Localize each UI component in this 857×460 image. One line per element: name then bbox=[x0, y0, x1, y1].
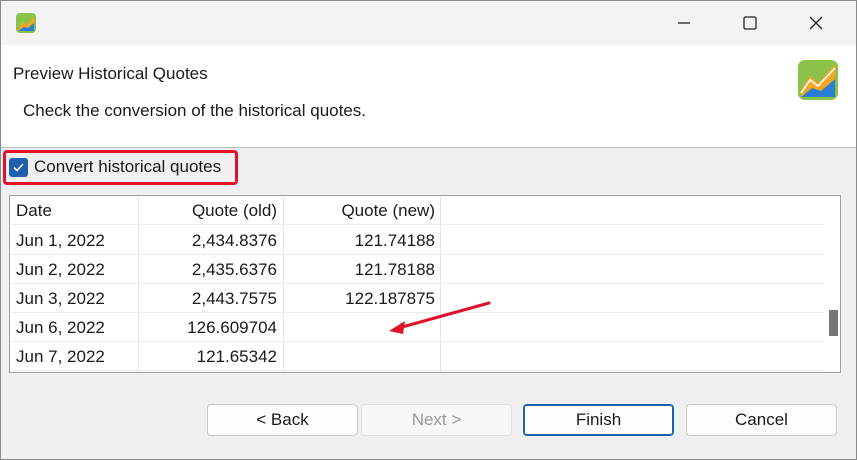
cell-quote-new bbox=[284, 342, 435, 371]
header-date[interactable]: Date bbox=[16, 196, 52, 225]
minimize-icon bbox=[678, 22, 690, 24]
convert-checkbox[interactable]: Convert historical quotes bbox=[9, 156, 221, 178]
table-header-row: Date Quote (old) Quote (new) bbox=[10, 196, 825, 225]
table-scrollbar[interactable] bbox=[824, 196, 840, 372]
checkmark-icon bbox=[13, 162, 24, 172]
cell-quote-new: 121.78188 bbox=[354, 260, 435, 279]
title-bar bbox=[1, 1, 856, 45]
table-row[interactable]: Jun 2, 2022 2,435.6376 121.78188 bbox=[10, 255, 825, 284]
cell-quote-old: 2,435.6376 bbox=[191, 260, 277, 279]
convert-checkbox-label: Convert historical quotes bbox=[34, 157, 222, 176]
cell-date: Jun 6, 2022 bbox=[16, 318, 105, 337]
close-button[interactable] bbox=[783, 1, 849, 45]
cell-quote-old: 2,443.7575 bbox=[191, 289, 277, 308]
cell-quote-new: 121.74188 bbox=[354, 231, 435, 250]
cell-date: Jun 3, 2022 bbox=[16, 289, 105, 308]
cell-date: Jun 2, 2022 bbox=[16, 260, 105, 279]
close-icon bbox=[809, 16, 823, 30]
wizard-window: Preview Historical Quotes Check the conv… bbox=[0, 0, 857, 460]
annotation-arrow-icon bbox=[389, 301, 491, 334]
footer-divider bbox=[1, 376, 856, 377]
maximize-button[interactable] bbox=[717, 1, 783, 45]
finish-button[interactable]: Finish bbox=[523, 404, 674, 436]
cell-date: Jun 7, 2022 bbox=[16, 347, 105, 366]
scrollbar-thumb[interactable] bbox=[829, 310, 838, 336]
app-logo-large-icon bbox=[798, 60, 838, 100]
page-title: Preview Historical Quotes bbox=[13, 64, 208, 83]
header-quote-new[interactable]: Quote (new) bbox=[284, 196, 435, 225]
quotes-table: Date Quote (old) Quote (new) Jun 1, 2022… bbox=[9, 195, 841, 373]
table-row[interactable]: Jun 1, 2022 2,434.8376 121.74188 bbox=[10, 226, 825, 255]
checkbox-checked-icon[interactable] bbox=[9, 157, 28, 177]
cell-quote-old: 126.609704 bbox=[187, 318, 277, 337]
wizard-header: Preview Historical Quotes Check the conv… bbox=[1, 45, 856, 148]
cell-quote-old: 121.65342 bbox=[196, 347, 277, 366]
cell-quote-old: 2,434.8376 bbox=[191, 231, 277, 250]
page-description: Check the conversion of the historical q… bbox=[23, 101, 367, 120]
table-row[interactable]: Jun 7, 2022 121.65342 bbox=[10, 342, 825, 371]
back-button[interactable]: < Back bbox=[207, 404, 358, 436]
cell-date: Jun 1, 2022 bbox=[16, 231, 105, 250]
minimize-button[interactable] bbox=[651, 1, 717, 45]
next-button[interactable]: Next > bbox=[361, 404, 512, 436]
maximize-icon bbox=[743, 16, 757, 30]
app-logo-icon bbox=[16, 13, 36, 33]
header-quote-old[interactable]: Quote (old) bbox=[139, 196, 277, 225]
cancel-button[interactable]: Cancel bbox=[686, 404, 837, 436]
